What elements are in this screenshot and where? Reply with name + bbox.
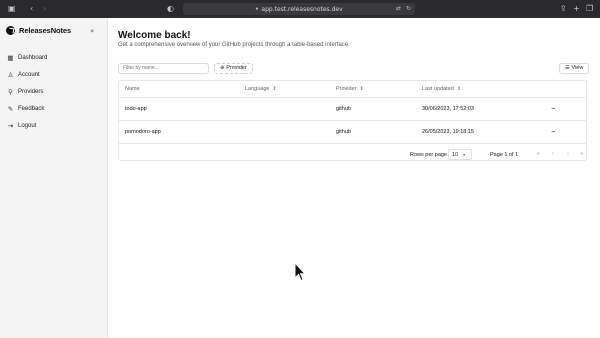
provider-filter-button[interactable]: ⊕ Provider bbox=[214, 63, 253, 74]
column-header-language[interactable]: Language ⇕ bbox=[245, 81, 277, 97]
sidebar-nav: ▦ Dashboard ♙ Account ⚲ Providers ✎ Feed… bbox=[6, 49, 47, 134]
cell-name: todo-app bbox=[125, 106, 147, 112]
sidebar: ReleasesNotes « ▦ Dashboard ♙ Account ⚲ … bbox=[0, 18, 108, 338]
view-options-button[interactable]: ☰ View bbox=[559, 63, 590, 74]
reload-icon[interactable]: ↻ bbox=[406, 5, 411, 12]
brand-name: ReleasesNotes bbox=[19, 26, 72, 35]
cell-provider: github bbox=[336, 129, 351, 135]
address-url: app.test.releasesnotes.dev bbox=[261, 5, 343, 13]
column-header-name: Name bbox=[125, 86, 140, 92]
user-icon: ♙ bbox=[7, 70, 14, 79]
sidebar-item-label: Dashboard bbox=[18, 54, 48, 61]
previous-page-icon[interactable]: ‹ bbox=[548, 149, 558, 159]
logout-icon: ⇥ bbox=[7, 121, 14, 130]
provider-button-label: Provider bbox=[226, 65, 247, 71]
page-subtitle: Get a comprehensive overview of your Git… bbox=[118, 42, 350, 48]
sliders-icon: ☰ bbox=[565, 65, 570, 71]
sort-icon: ⇕ bbox=[272, 86, 277, 92]
tab-overview-icon[interactable]: ❐ bbox=[586, 4, 593, 14]
plus-circle-icon: ⊕ bbox=[220, 65, 225, 71]
table-row[interactable]: pomodoro-app github 26/05/2023, 19:18:15… bbox=[119, 121, 586, 144]
rows-per-page-label: Rows per page bbox=[410, 152, 447, 158]
page-info: Page 1 of 1 bbox=[490, 152, 519, 158]
filter-input[interactable]: Filter by name... bbox=[118, 63, 209, 74]
sidebar-item-label: Logout bbox=[18, 122, 37, 129]
sidebar-item-label: Feedback bbox=[18, 105, 45, 112]
table-header-row: Name Language ⇕ Provider ⇕ Last updated ⇕ bbox=[119, 81, 586, 98]
rows-per-page-value: 10 bbox=[452, 152, 459, 158]
new-tab-icon[interactable]: + bbox=[573, 4, 580, 14]
feedback-icon: ✎ bbox=[7, 104, 14, 113]
sidebar-item-logout[interactable]: ⇥ Logout bbox=[6, 117, 47, 134]
dashboard-icon: ▦ bbox=[7, 53, 14, 62]
column-header-last-updated[interactable]: Last updated ⇕ bbox=[422, 81, 461, 97]
column-header-label: Provider bbox=[336, 86, 357, 92]
next-page-icon[interactable]: › bbox=[563, 149, 573, 159]
sidebar-item-label: Account bbox=[18, 71, 40, 78]
sort-icon: ⇕ bbox=[359, 86, 364, 92]
back-icon[interactable]: ‹ bbox=[30, 4, 33, 14]
row-actions-icon[interactable]: ··· bbox=[551, 121, 556, 143]
collapse-sidebar-icon[interactable]: « bbox=[90, 27, 94, 35]
shield-icon[interactable]: ◐ bbox=[167, 4, 174, 14]
cell-name: pomodoro-app bbox=[125, 129, 161, 135]
column-header-provider[interactable]: Provider ⇕ bbox=[336, 81, 364, 97]
cell-last-updated: 30/06/2023, 17:52:03 bbox=[422, 106, 474, 112]
page-title: Welcome back! bbox=[118, 30, 191, 41]
view-button-label: View bbox=[571, 65, 584, 71]
sort-icon: ⇕ bbox=[456, 86, 462, 92]
sidebar-item-providers[interactable]: ⚲ Providers bbox=[6, 83, 47, 100]
sidebar-item-feedback[interactable]: ✎ Feedback bbox=[6, 100, 47, 117]
share-icon[interactable]: ⇪ bbox=[560, 4, 567, 14]
sidebar-item-dashboard[interactable]: ▦ Dashboard bbox=[6, 49, 47, 66]
plug-icon: ⚲ bbox=[8, 87, 13, 96]
column-header-label: Last updated bbox=[422, 86, 454, 92]
chevron-down-icon: ▾ bbox=[463, 152, 466, 157]
table-row[interactable]: todo-app github 30/06/2023, 17:52:03 ··· bbox=[119, 98, 586, 121]
forward-icon[interactable]: › bbox=[43, 4, 46, 14]
sidebar-item-account[interactable]: ♙ Account bbox=[6, 66, 47, 83]
translate-icon[interactable]: ⇄ bbox=[396, 5, 401, 12]
browser-toolbar: ▣ ‹ › ◐ ● app.test.releasesnotes.dev ⇄ ↻… bbox=[0, 0, 600, 18]
projects-table: Name Language ⇕ Provider ⇕ Last updated ⇕ t… bbox=[118, 80, 587, 161]
lock-icon: ● bbox=[255, 6, 259, 12]
cell-provider: github bbox=[336, 106, 351, 112]
cell-last-updated: 26/05/2023, 19:18:15 bbox=[422, 129, 474, 135]
sidebar-item-label: Providers bbox=[18, 88, 44, 95]
brand[interactable]: ReleasesNotes bbox=[6, 26, 71, 35]
last-page-icon[interactable]: » bbox=[577, 149, 587, 159]
rows-per-page-select[interactable]: 10 ▾ bbox=[448, 149, 472, 160]
first-page-icon[interactable]: « bbox=[533, 149, 543, 159]
row-actions-icon[interactable]: ··· bbox=[551, 98, 556, 120]
address-bar[interactable]: ● app.test.releasesnotes.dev ⇄ ↻ bbox=[183, 3, 415, 15]
column-header-label: Language bbox=[245, 86, 270, 92]
logo-icon bbox=[6, 26, 15, 35]
sidebar-toggle-icon[interactable]: ▣ bbox=[8, 4, 16, 14]
